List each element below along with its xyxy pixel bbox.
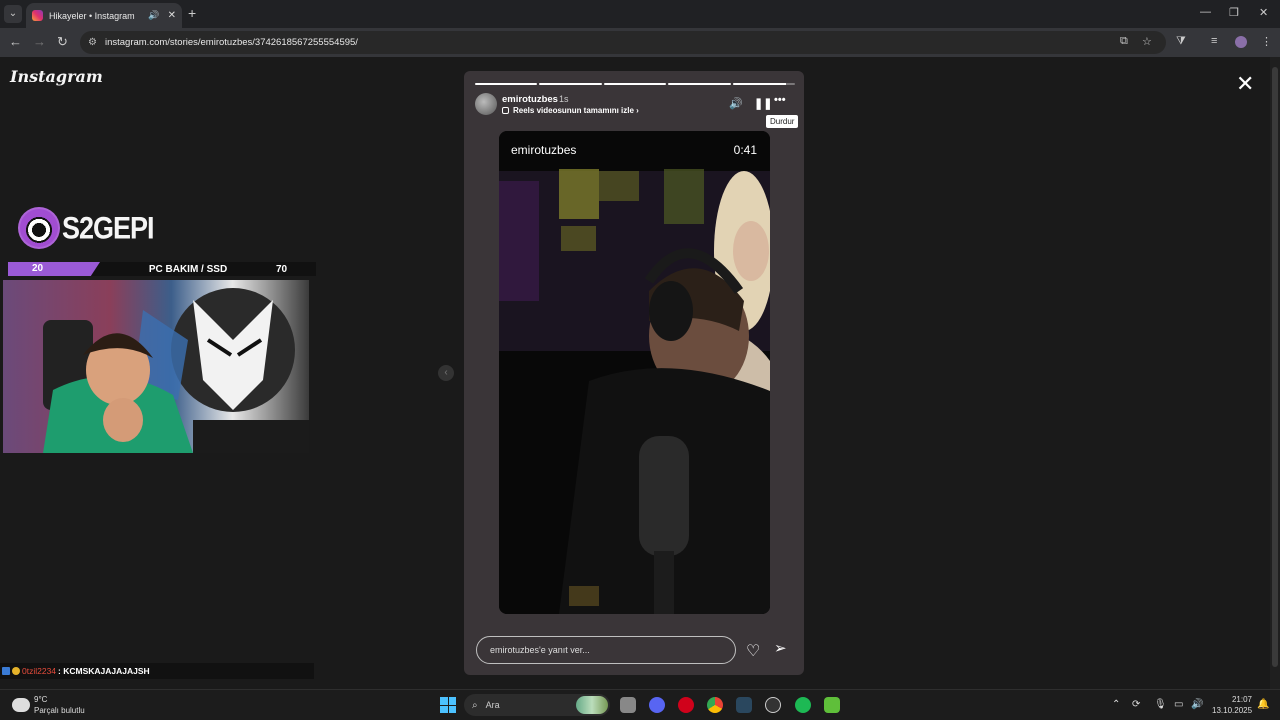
story-avatar[interactable] [475,93,497,115]
tab-close-icon[interactable]: ✕ [168,10,176,21]
window-close-icon[interactable]: ✕ [1259,6,1268,19]
minecraft-icon[interactable] [824,697,840,713]
progress-segment [475,83,538,85]
progress-segment [539,83,602,85]
bookmark-star-icon[interactable]: ☆ [1142,35,1152,48]
reels-link-label: Reels videosunun tamamını izle [513,106,634,115]
chat-message-row: 0tzil2234 : KCMSKAJAJAJAJSH [0,663,314,679]
tab-title: Hikayeler • Instagram [49,10,135,21]
close-story-icon[interactable]: ✕ [1236,71,1254,97]
story-time-ago: 1s [559,94,569,104]
opera-icon[interactable] [678,697,694,713]
search-placeholder: Ara [485,700,500,710]
tray-overflow-icon[interactable]: ⌃ [1112,699,1120,710]
eye-logo-icon [18,207,60,249]
pause-icon[interactable]: ❚❚ [754,97,772,110]
browser-menu-icon[interactable]: ⋮ [1261,35,1272,48]
microphone-icon[interactable]: 🎙 [1154,699,1167,710]
cloud-icon [12,698,30,712]
reply-input[interactable]: emirotuzbes'e yanıt ver... [476,636,736,664]
reload-icon[interactable]: ↻ [57,34,68,50]
instagram-favicon-icon [32,10,43,21]
windows-start-icon[interactable] [440,697,456,713]
reply-placeholder: emirotuzbes'e yanıt ver... [490,645,590,655]
progress-fill [603,83,667,85]
scrollbar-thumb[interactable] [1272,67,1278,667]
restore-icon[interactable]: ❐ [1229,6,1239,19]
progress-fill [668,83,731,85]
windows-taskbar: 9°C Parçalı bulutlu ⌕ Ara ⌃ ⟳ 🎙 ▭ 🔊 21:0… [0,689,1280,720]
browser-tab-bar: ⌄ Hikayeler • Instagram 🔊 ✕ + — ❐ ✕ [0,0,1280,28]
like-heart-icon[interactable]: ♡ [746,641,760,661]
new-tab-button[interactable]: + [188,5,196,21]
story-viewer: emirotuzbes 1s Reels videosunun tamamını… [464,71,804,675]
page-content: Instagram ✕ S2GEPI 20 PC BAKIM / SSD 70 [0,57,1280,689]
chat-message: : KCMSKAJAJAJAJSH [58,666,150,676]
url-text: instagram.com/stories/emirotuzbes/374261… [104,37,358,48]
video-duration: 0:41 [733,143,757,157]
story-progress [475,83,796,85]
notifications-icon[interactable]: 🔔 [1257,699,1269,710]
address-bar[interactable]: ⚙ instagram.com/stories/emirotuzbes/3742… [80,31,1166,54]
minimize-icon[interactable]: — [1200,6,1211,18]
file-explorer-icon[interactable] [620,697,636,713]
progress-fill [732,83,786,85]
tab-audio-icon[interactable]: 🔊 [148,10,159,21]
promo-left-value: 20 [8,262,100,276]
browser-toolbar: ← → ↻ ⚙ instagram.com/stories/emirotuzbe… [0,28,1280,57]
back-icon[interactable]: ← [9,34,22,49]
instagram-logo[interactable]: Instagram [10,67,103,86]
discord-icon[interactable] [649,697,665,713]
streamer-logo: S2GEPI [18,207,155,249]
promo-right-value: 70 [276,263,288,275]
more-options-icon[interactable]: ••• [774,94,786,106]
progress-segment [732,83,796,85]
progress-fill [539,83,602,85]
clock-date: 13.10.2025 [1212,706,1253,715]
webcam-feed [3,280,309,453]
previous-story-button[interactable]: ‹ [438,365,454,381]
story-username[interactable]: emirotuzbes [502,94,558,105]
taskbar-clock[interactable]: 21:07 13.10.2025 [1212,694,1252,716]
streamer-brand: S2GEPI [62,210,155,245]
sync-icon[interactable]: ⟳ [1132,699,1140,710]
network-icon[interactable]: ▭ [1174,699,1183,710]
spotify-icon[interactable] [795,697,811,713]
tab-list-button[interactable]: ⌄ [4,5,22,23]
progress-segment [668,83,731,85]
forward-icon[interactable]: → [33,34,46,49]
chat-username: 0tzil2234 [22,666,57,676]
search-icon: ⌕ [472,699,478,711]
taskbar-search[interactable]: ⌕ Ara [464,694,610,716]
clock-time: 21:07 [1231,695,1252,704]
profile-avatar[interactable] [1235,36,1247,48]
progress-segment [603,83,667,85]
sound-icon[interactable]: 🔊 [729,97,743,110]
promo-label: PC BAKIM / SSD [148,263,228,275]
steam-icon[interactable] [736,697,752,713]
promo-banner: 20 PC BAKIM / SSD 70 [8,262,316,276]
search-highlight-image [576,696,608,714]
media-control-icon[interactable]: ≡ [1211,35,1217,47]
site-info-icon[interactable]: ⚙ [88,37,97,48]
install-app-icon[interactable]: ⧉ [1120,35,1128,48]
reels-link[interactable]: Reels videosunun tamamını izle › [502,106,639,115]
pause-tooltip: Durdur [766,115,799,128]
story-video[interactable]: emirotuzbes 0:41 [499,131,770,614]
weather-desc: Parçalı bulutlu [34,706,85,715]
extensions-icon[interactable]: ⧩ [1176,35,1186,48]
obs-icon[interactable] [765,697,781,713]
progress-fill [475,83,538,85]
send-icon[interactable]: ➢ [774,639,787,657]
weather-widget[interactable]: 9°C Parçalı bulutlu [12,694,85,716]
video-username: emirotuzbes [511,143,577,157]
reels-icon [502,107,509,114]
chrome-icon[interactable] [707,697,723,713]
volume-icon[interactable]: 🔊 [1191,699,1203,710]
chat-badge-icon [12,667,20,675]
weather-temp: 9°C [34,695,48,704]
active-tab[interactable]: Hikayeler • Instagram 🔊 ✕ [26,3,182,28]
chat-badge-icon [2,667,10,675]
